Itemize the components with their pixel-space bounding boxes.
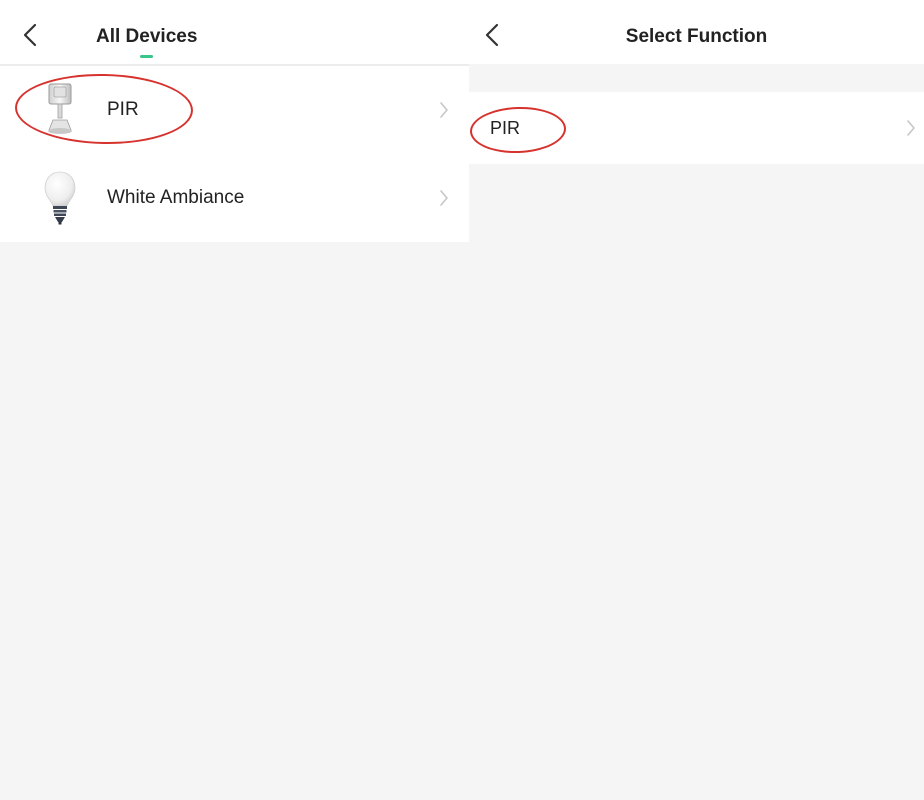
chevron-left-icon xyxy=(23,23,37,47)
function-label-pir: PIR xyxy=(490,117,521,138)
light-bulb-icon xyxy=(38,168,82,228)
select-function-screen: Select Function PIR xyxy=(469,0,924,800)
function-row-pir[interactable]: PIR xyxy=(469,92,924,164)
active-tab-indicator xyxy=(140,55,153,58)
function-list: PIR xyxy=(469,92,924,164)
nav-bar: Select Function xyxy=(469,6,924,64)
page-title: All Devices xyxy=(96,26,198,47)
device-row-pir[interactable]: PIR xyxy=(0,66,469,154)
back-button[interactable] xyxy=(15,18,45,52)
all-devices-screen: All Devices PIR White Ambiance xyxy=(0,0,469,800)
device-list: PIR White Ambiance xyxy=(0,66,469,242)
nav-bar: All Devices xyxy=(0,6,469,64)
chevron-right-icon xyxy=(440,190,448,206)
device-label-white-ambiance: White Ambiance xyxy=(107,187,245,208)
pir-sensor-icon xyxy=(38,80,82,140)
chevron-right-icon xyxy=(440,102,448,118)
chevron-right-icon xyxy=(907,120,915,136)
page-title: Select Function xyxy=(625,26,768,47)
device-label-pir: PIR xyxy=(107,99,139,120)
device-row-white-ambiance[interactable]: White Ambiance xyxy=(0,154,469,242)
